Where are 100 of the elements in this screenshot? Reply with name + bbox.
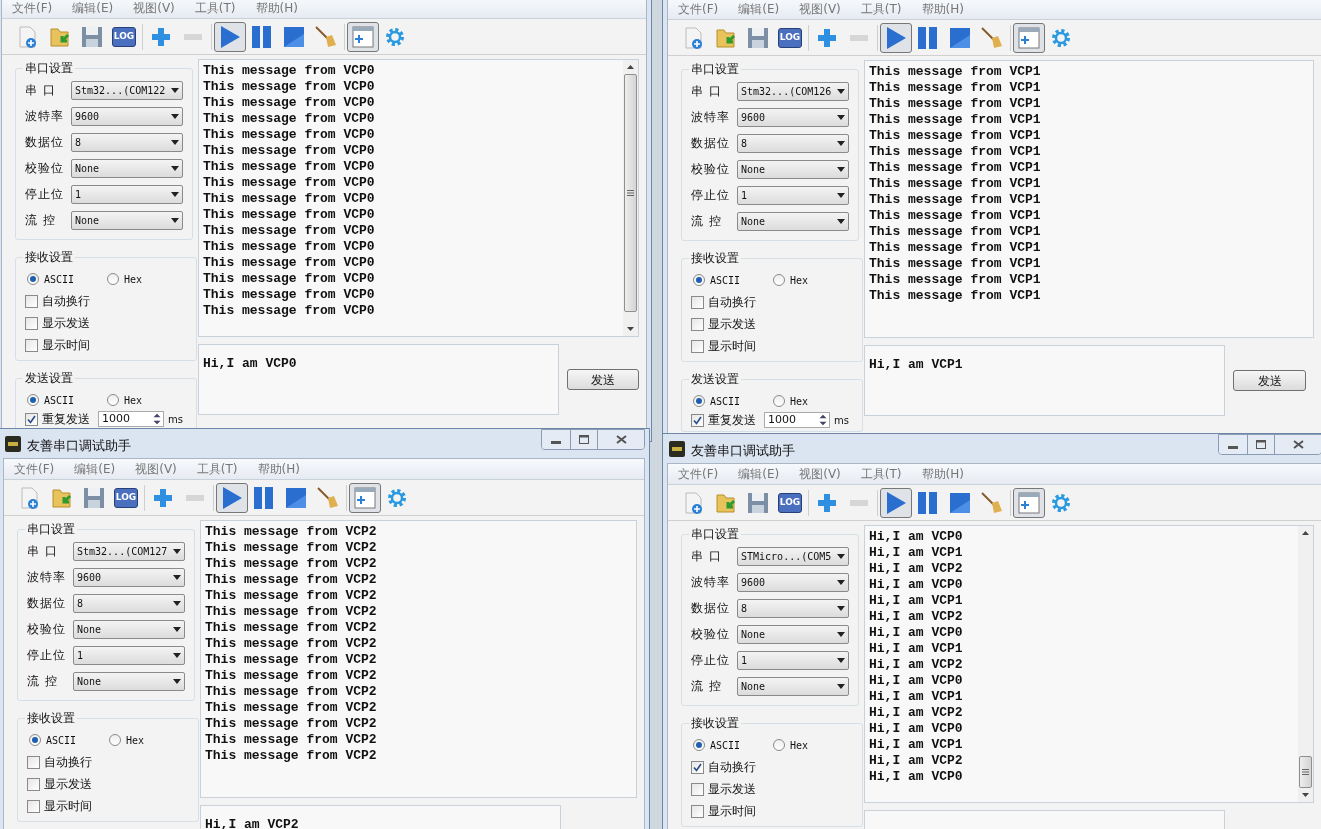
minus-icon (186, 494, 204, 501)
send-field[interactable]: Hi,I am VCP1 (864, 345, 1225, 416)
dropdown[interactable]: 1 (71, 184, 183, 204)
checkbox[interactable] (691, 804, 704, 818)
dropdown[interactable]: None (737, 676, 849, 696)
toolbar-button[interactable] (214, 21, 246, 52)
menu-item[interactable]: 工具(T) (860, 0, 902, 18)
menu-item[interactable]: 帮助(H) (255, 0, 298, 17)
dropdown[interactable]: Stm32...(COM126 (737, 81, 849, 101)
menu-item[interactable]: 帮助(H) (257, 460, 300, 478)
receive-area[interactable] (864, 60, 1314, 338)
toolbar-button[interactable] (880, 487, 912, 518)
menu-item[interactable]: 视图(V) (799, 465, 841, 483)
dropdown[interactable]: None (71, 210, 183, 230)
dropdown[interactable]: 8 (71, 132, 183, 152)
dropdown[interactable]: None (737, 624, 849, 644)
dropdown[interactable]: None (737, 211, 849, 231)
menu-item[interactable]: 帮助(H) (921, 0, 964, 18)
dropdown[interactable]: 9600 (73, 567, 185, 587)
dropdown[interactable]: 1 (73, 645, 185, 665)
menu-item[interactable]: 视图(V) (799, 0, 841, 18)
scrollbar[interactable] (623, 60, 638, 336)
scroll-thumb[interactable] (624, 74, 637, 312)
radio-button[interactable] (27, 273, 39, 285)
scroll-thumb[interactable] (1299, 756, 1312, 788)
radio-button[interactable] (693, 739, 705, 751)
dropdown[interactable]: 9600 (737, 572, 849, 592)
dropdown[interactable]: STMicro...(COM5 (737, 546, 849, 566)
dropdown[interactable]: None (73, 619, 185, 639)
checkbox[interactable] (691, 295, 704, 309)
menu-item[interactable]: 帮助(H) (921, 465, 964, 483)
checkbox[interactable] (25, 338, 38, 352)
radio-button[interactable] (693, 274, 705, 286)
checkbox[interactable] (691, 339, 704, 353)
radio-button[interactable] (773, 274, 785, 286)
interval-spinner[interactable]: 1000 (764, 412, 830, 428)
dropdown[interactable]: None (73, 671, 185, 691)
minimize-button[interactable] (1219, 435, 1248, 454)
dropdown[interactable]: Stm32...(COM122 (71, 80, 183, 100)
checkbox[interactable] (27, 777, 40, 791)
toolbar-button[interactable] (347, 21, 379, 52)
dropdown[interactable]: 9600 (737, 107, 849, 127)
maximize-button[interactable] (1248, 435, 1275, 454)
maximize-button[interactable] (571, 430, 598, 449)
checkbox[interactable] (691, 317, 704, 331)
menu-item[interactable]: 文件(F) (14, 460, 55, 478)
checkbox[interactable] (691, 413, 704, 427)
toolbar-button[interactable] (880, 22, 912, 53)
checkbox[interactable] (25, 294, 38, 308)
radio-button[interactable] (773, 395, 785, 407)
toolbar-button[interactable] (1013, 22, 1045, 53)
receive-area[interactable] (198, 59, 639, 337)
dropdown[interactable]: 9600 (71, 106, 183, 126)
receive-area[interactable] (864, 525, 1314, 803)
menu-item[interactable]: 工具(T) (860, 465, 902, 483)
dropdown[interactable]: 8 (737, 598, 849, 618)
dropdown[interactable]: Stm32...(COM127 (73, 541, 185, 561)
checkbox[interactable] (691, 760, 704, 774)
dropdown[interactable]: 8 (73, 593, 185, 613)
dropdown[interactable]: 8 (737, 133, 849, 153)
interval-spinner[interactable]: 1000 (98, 411, 164, 427)
menu-item[interactable]: 编辑(E) (72, 0, 114, 17)
menu-item[interactable]: 编辑(E) (738, 465, 780, 483)
menu-item[interactable]: 文件(F) (678, 465, 719, 483)
menu-item[interactable]: 编辑(E) (738, 0, 780, 18)
menu-item[interactable]: 编辑(E) (74, 460, 116, 478)
menu-item[interactable]: 视图(V) (133, 0, 175, 17)
radio-button[interactable] (27, 394, 39, 406)
send-button[interactable]: 发送 (1233, 370, 1306, 391)
toolbar-button[interactable] (349, 482, 381, 513)
menu-item[interactable]: 文件(F) (678, 0, 719, 18)
dropdown[interactable]: 1 (737, 185, 849, 205)
caret-icon (837, 88, 845, 94)
toolbar-button[interactable] (216, 482, 248, 513)
radio-button[interactable] (107, 394, 119, 406)
receive-area[interactable] (200, 520, 637, 798)
radio-button[interactable] (693, 395, 705, 407)
toolbar-button[interactable] (1013, 487, 1045, 518)
checkbox[interactable] (27, 755, 40, 769)
close-button[interactable] (598, 430, 644, 449)
send-field[interactable]: Hi,I am VCP0 (198, 344, 559, 415)
menu-item[interactable]: 工具(T) (196, 460, 238, 478)
radio-button[interactable] (109, 734, 121, 746)
checkbox[interactable] (27, 799, 40, 813)
checkbox[interactable] (25, 316, 38, 330)
menu-item[interactable]: 视图(V) (135, 460, 177, 478)
dropdown[interactable]: 1 (737, 650, 849, 670)
send-button[interactable]: 发送 (567, 369, 639, 390)
menu-item[interactable]: 工具(T) (194, 0, 236, 17)
radio-button[interactable] (29, 734, 41, 746)
close-button[interactable] (1275, 435, 1321, 454)
menu-item[interactable]: 文件(F) (12, 0, 53, 17)
scrollbar[interactable] (1298, 526, 1313, 802)
dropdown[interactable]: None (71, 158, 183, 178)
checkbox[interactable] (25, 412, 38, 426)
radio-button[interactable] (773, 739, 785, 751)
radio-button[interactable] (107, 273, 119, 285)
checkbox[interactable] (691, 782, 704, 796)
dropdown[interactable]: None (737, 159, 849, 179)
minimize-button[interactable] (542, 430, 571, 449)
